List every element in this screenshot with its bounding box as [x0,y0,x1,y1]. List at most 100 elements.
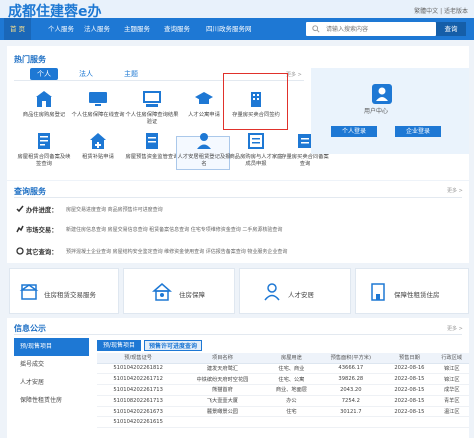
other-icon [16,247,24,255]
info-more-link[interactable]: 更多 > [447,325,463,332]
service-label: 人才公寓申请 [188,112,220,118]
search-button[interactable]: 查询 [436,22,466,36]
col-project-name: 项目名称 [179,353,266,364]
service-label: 人才安居租赁登记及报名 [177,154,231,167]
table-row[interactable]: 510104202261713 熊猫首府 商业、地面层 2043.20 2022… [97,384,469,396]
service-family-declaration[interactable]: 商品房购房与人才家庭成员申报 [228,132,284,168]
cell: 39826.28 [317,373,385,386]
monitor-icon [89,92,107,106]
hot-more-link[interactable]: 更多 > [286,71,302,78]
tab-presale-projects[interactable]: 预/现售项目 [97,340,141,351]
banner-rental-trade[interactable]: 住房租赁交易服务 [9,268,119,314]
graduation-cap-icon [195,92,213,104]
user-center-label: 用户中心 [364,108,389,115]
cell[interactable]: 麓景瞰景公园 [179,406,266,418]
query-label-progress: 办件进度： [26,207,58,214]
table-row[interactable]: 510104202261673 麓景瞰景公园 住宅 30121.7 2022-0… [97,406,469,418]
cell: 2022-08-15 [384,395,435,407]
nav-personal[interactable]: 个人服务 [48,18,74,40]
enterprise-login-button[interactable]: 企业登录 [395,126,441,137]
service-talent-rental[interactable]: 人才安居租赁登记及报名 [176,132,232,168]
banner-label: 住房租赁交易服务 [44,291,96,299]
cell [384,416,435,429]
cell: 住宅、商业 [265,363,318,375]
col-district: 行政区域 [434,353,469,364]
building-icon [36,91,52,107]
presale-table: 预/现售证号 项目名称 房屋用途 预售面积(平方米) 预售日期 行政区域 510… [97,353,469,429]
service-rental-contract[interactable]: 房屋租赁合同备案及续签查询 [16,132,72,168]
cell [317,416,385,429]
service-housing-security-query[interactable]: 个人住房保障在线查询 [70,90,126,119]
tab-theme[interactable]: 主题 [120,68,142,80]
service-house-registration[interactable]: 商品住房购房登记 [16,90,72,119]
cell[interactable]: 熊猫首府 [179,384,266,396]
divider [14,197,462,198]
nav-legal[interactable]: 法人服务 [84,18,110,40]
user-center-card [311,68,469,154]
info-title: 信息公示 [14,324,46,333]
cell: 7254.2 [317,395,385,407]
banner-housing-security[interactable]: 住房保障 [123,268,235,314]
col-date: 预售日期 [384,353,435,364]
nav-sichuan[interactable]: 四川政务服务网 [206,18,252,40]
table-row[interactable]: 510108202261713 飞大壹壹大厦 办公 7254.2 2022-08… [97,395,469,407]
query-items-market[interactable]: 新建住房信息查询 房屋交易信息查询 租赁备案信息查询 住宅专项维修资金查询 二手… [66,226,282,233]
query-more-link[interactable]: 更多 > [447,187,463,194]
table-row[interactable]: 510104202261615 [97,416,469,429]
cell[interactable]: 飞大壹壹大厦 [179,395,266,407]
site-header: 成都住建蓉e办 繁體中文 | 适老版本 [0,0,474,20]
cell[interactable]: 建发天府鹭汇 [179,363,266,375]
cell: 锦江区 [434,373,469,386]
personal-login-button[interactable]: 个人登录 [331,126,377,137]
nav-theme[interactable]: 主题服务 [124,18,150,40]
cell: 温江区 [434,406,469,418]
service-label: 商品住房购房登记 [22,112,66,118]
banner-label: 人才安居 [288,291,314,299]
cell: 锦江区 [434,363,469,375]
side-lottery-deals[interactable]: 摇号成交 [14,356,89,374]
cell: 510104202261713 [97,384,180,396]
tab-legal[interactable]: 法人 [76,68,96,80]
computer-icon [143,91,161,107]
service-rental-subsidy[interactable]: 租赁补贴申请 [70,132,126,161]
tab-personal[interactable]: 个人 [30,68,58,80]
service-housing-security-verify[interactable]: 个人住房保障查询结果验证 [124,90,180,126]
cell: 2022-08-15 [384,384,435,396]
progress-icon [16,205,24,213]
top-links[interactable]: 繁體中文 | 适老版本 [414,6,468,15]
nav-home[interactable]: 首 页 [4,18,32,40]
table-row[interactable]: 510104202261712 中铁缤纷天府时空花园 住宅、公寓 39826.2… [97,373,469,386]
side-presale-projects[interactable]: 预/现售项目 [14,338,89,356]
cell: 2022-08-16 [384,363,435,375]
tab-presale-progress[interactable]: 预售许可进度查询 [144,340,202,351]
query-items-other[interactable]: 预拌混凝土企业查询 房屋结构安全鉴定查询 维修资金使用查询 评估报告备案查询 物… [66,248,287,255]
highlight-box [223,73,288,130]
cell: 2022-08-15 [384,406,435,418]
col-usage: 房屋用途 [265,353,318,364]
service-label: 个人住房保障查询结果验证 [125,112,179,125]
service-label: 个人住房保障在线查询 [71,112,125,118]
cell: 青羊区 [434,395,469,407]
banner-affordable-rental[interactable]: 保障性租赁住房 [355,268,469,314]
side-affordable-rental[interactable]: 保障性租赁住房 [14,392,89,410]
cell: 510104202261712 [97,373,180,386]
search-input[interactable] [306,22,424,36]
banner-label: 住房保障 [179,291,205,299]
col-area: 预售面积(平方米) [317,353,385,364]
building-icon [371,283,385,301]
cell[interactable] [179,416,266,429]
form-icon [248,133,264,149]
service-presale-funds[interactable]: 房屋预售资金监管查询 [124,132,180,161]
cell: 30121.7 [317,406,385,418]
cell: 2043.20 [317,384,385,396]
hot-services-title: 热门服务 [14,55,46,64]
banner-talent-housing[interactable]: 人才安居 [239,268,351,314]
query-items-progress[interactable]: 房屋交易进度查询 商品房预售许可进度查询 [66,206,163,213]
service-label: 房屋租赁合同备案及续签查询 [17,154,71,167]
nav-query[interactable]: 查询服务 [164,18,190,40]
table-row[interactable]: 510104202261812 建发天府鹭汇 住宅、商业 43666.17 20… [97,363,469,375]
service-label: 房屋预售资金监管查询 [125,154,179,160]
cell[interactable]: 中铁缤纷天府时空花园 [179,373,266,386]
divider [14,334,462,335]
side-talent-housing[interactable]: 人才安居 [14,374,89,392]
